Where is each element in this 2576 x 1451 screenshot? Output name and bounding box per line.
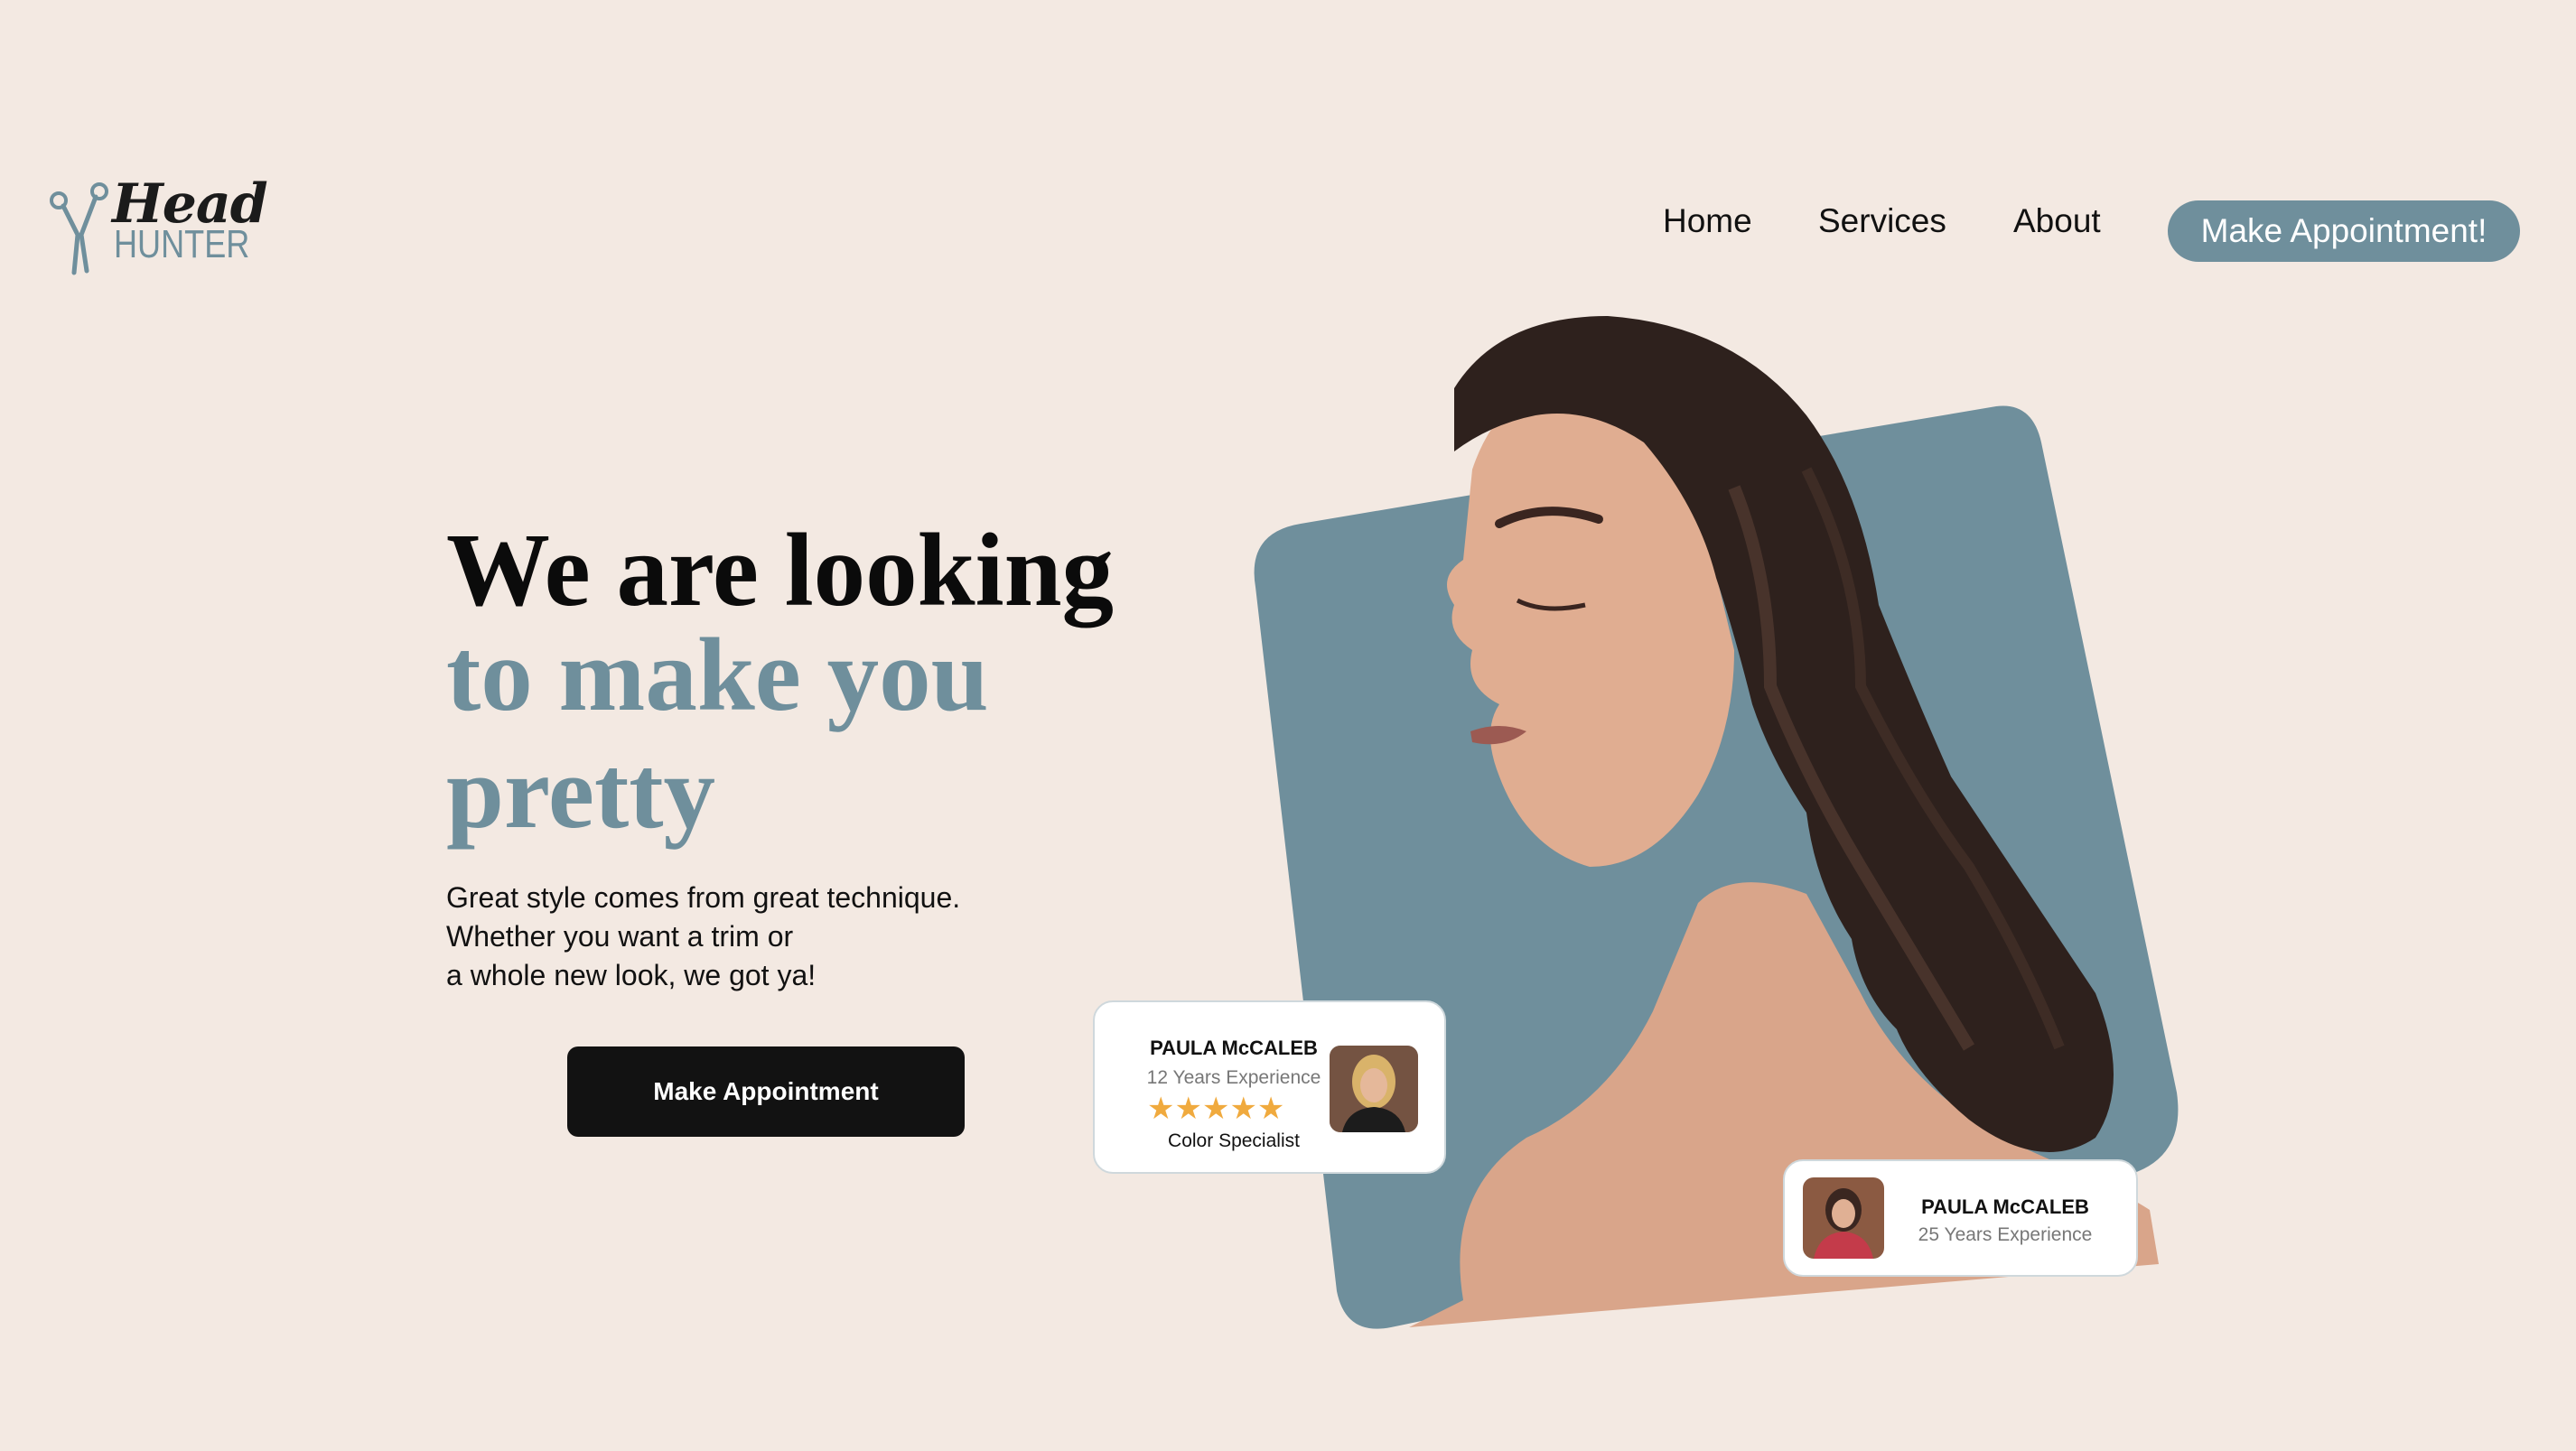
hero-subtitle-line3: a whole new look, we got ya! — [446, 959, 817, 991]
stylist-role: Color Specialist — [1168, 1130, 1300, 1151]
stylist-card[interactable]: PAULA McCALEB 12 Years Experience ★★★★★ … — [1093, 1000, 1446, 1174]
hero-heading-line1: We are looking — [446, 513, 1115, 628]
scissors-icon — [50, 182, 108, 275]
stylist-experience: 12 Years Experience — [1146, 1067, 1321, 1088]
hero-heading-line3: pretty — [446, 735, 716, 850]
nav-services-link[interactable]: Services — [1818, 202, 1946, 240]
logo-wordmark-hunter: HUNTER — [114, 222, 250, 266]
stylist-name: PAULA McCALEB — [1150, 1037, 1318, 1059]
nav-about-link[interactable]: About — [2013, 202, 2101, 240]
nav-home-link[interactable]: Home — [1663, 202, 1752, 240]
header-appointment-button[interactable]: Make Appointment! — [2168, 200, 2520, 262]
hero-appointment-button[interactable]: Make Appointment — [567, 1046, 965, 1137]
hero-subtitle-line1: Great style comes from great technique. — [446, 881, 961, 914]
avatar — [1330, 1046, 1418, 1132]
stylist-name: PAULA McCALEB — [1921, 1195, 2089, 1218]
logo[interactable]: Head HUNTER — [47, 177, 268, 276]
rating-stars-icon: ★★★★★ — [1147, 1092, 1285, 1126]
stylist-card[interactable]: PAULA McCALEB 25 Years Experience — [1783, 1159, 2138, 1277]
hero-heading-line2: to make you — [446, 618, 989, 732]
stylist-experience: 25 Years Experience — [1918, 1224, 2093, 1245]
hero-subtitle-line2: Whether you want a trim or — [446, 920, 794, 953]
avatar — [1803, 1177, 1884, 1259]
